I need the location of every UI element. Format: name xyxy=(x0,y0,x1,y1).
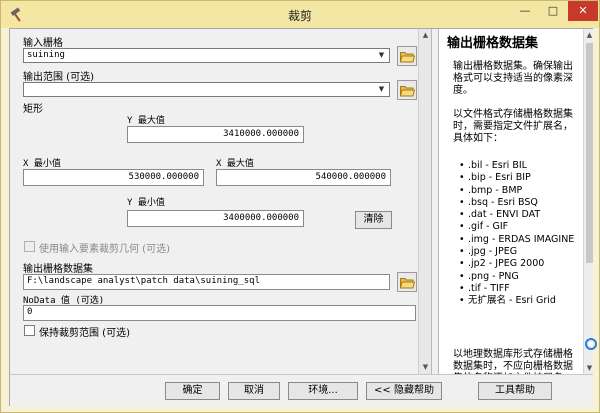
parameters-scrollbar[interactable]: ▲ ▼ xyxy=(418,29,431,374)
clip-dialog: 裁剪 — □ ✕ 输入栅格 suining ▼ 输出范围 (可选) ▼ 矩形 Y… xyxy=(0,0,600,413)
output-extent-combo[interactable]: ▼ xyxy=(23,82,390,97)
output-raster-value: F:\landscape analyst\patch data\suining_… xyxy=(27,276,260,286)
scroll-up-icon[interactable]: ▲ xyxy=(584,29,593,41)
clear-button[interactable]: 清除 xyxy=(355,211,392,229)
use-geometry-label: 使用输入要素裁剪几何 (可选) xyxy=(39,244,170,255)
help-title: 输出栅格数据集 xyxy=(447,36,539,51)
x-max-label: X 最大值 xyxy=(216,159,254,169)
x-max-value: 540000.000000 xyxy=(315,172,386,182)
nodata-value: 0 xyxy=(27,307,33,317)
list-item: .tif - TIFF xyxy=(459,283,577,296)
help-extension-list: .bil - Esri BIL .bip - Esri BIP .bmp - B… xyxy=(459,160,577,308)
close-button[interactable]: ✕ xyxy=(568,1,598,21)
button-bar: 确定 取消 环境... << 隐藏帮助 工具帮助 xyxy=(10,374,593,406)
busy-cursor-icon xyxy=(585,338,597,350)
output-extent-browse-button[interactable] xyxy=(397,80,417,100)
y-max-value: 3410000.000000 xyxy=(223,129,299,139)
scroll-thumb[interactable] xyxy=(586,43,593,263)
help-paragraph-1: 输出栅格数据集。确保输出格式可以支持适当的像素深度。 xyxy=(453,61,573,96)
list-item: .bip - Esri BIP xyxy=(459,172,577,185)
y-max-label: Y 最大值 xyxy=(127,116,165,126)
maintain-extent-label: 保持裁剪范围 (可选) xyxy=(39,328,130,339)
input-raster-combo[interactable]: suining ▼ xyxy=(23,48,390,63)
y-max-input[interactable]: 3410000.000000 xyxy=(127,126,304,143)
maintain-extent-checkbox[interactable] xyxy=(24,325,35,336)
list-item: .dat - ENVI DAT xyxy=(459,209,577,222)
help-paragraph-3: 以地理数据库形式存储栅格数据集时，不应向栅格数据集的名称添加文件扩展名。 xyxy=(453,349,573,374)
y-min-label: Y 最小值 xyxy=(127,198,165,208)
cancel-button[interactable]: 取消 xyxy=(228,382,280,400)
scroll-down-icon[interactable]: ▼ xyxy=(584,362,593,374)
rectangle-label: 矩形 xyxy=(23,104,43,115)
list-item: .img - ERDAS IMAGINE xyxy=(459,234,577,247)
input-raster-browse-button[interactable] xyxy=(397,46,417,66)
output-raster-input[interactable]: F:\landscape analyst\patch data\suining_… xyxy=(23,274,390,290)
x-min-value: 530000.000000 xyxy=(128,172,199,182)
environments-button[interactable]: 环境... xyxy=(288,382,358,400)
list-item: .bmp - BMP xyxy=(459,185,577,198)
help-pane: 输出栅格数据集 输出栅格数据集。确保输出格式可以支持适当的像素深度。 以文件格式… xyxy=(438,29,593,374)
folder-open-icon xyxy=(400,278,415,289)
hide-help-button[interactable]: << 隐藏帮助 xyxy=(366,382,442,400)
input-raster-value: suining xyxy=(27,50,65,60)
output-raster-label: 输出栅格数据集 xyxy=(23,264,93,275)
list-item: .png - PNG xyxy=(459,271,577,284)
minimize-button[interactable]: — xyxy=(511,1,539,21)
parameters-pane: 输入栅格 suining ▼ 输出范围 (可选) ▼ 矩形 Y 最大值 3410… xyxy=(10,29,432,374)
chevron-down-icon[interactable]: ▼ xyxy=(375,50,388,61)
chevron-down-icon[interactable]: ▼ xyxy=(375,84,388,95)
input-raster-label: 输入栅格 xyxy=(23,38,63,49)
tool-help-button[interactable]: 工具帮助 xyxy=(478,382,552,400)
use-geometry-checkbox[interactable] xyxy=(24,241,35,252)
window-title: 裁剪 xyxy=(287,9,312,23)
folder-open-icon xyxy=(400,86,415,97)
x-max-input[interactable]: 540000.000000 xyxy=(216,169,391,186)
nodata-input[interactable]: 0 xyxy=(23,305,416,321)
scroll-down-icon[interactable]: ▼ xyxy=(419,361,432,374)
y-min-input[interactable]: 3400000.000000 xyxy=(127,210,304,227)
y-min-value: 3400000.000000 xyxy=(223,213,299,223)
folder-open-icon xyxy=(400,52,415,63)
list-item: 无扩展名 - Esri Grid xyxy=(459,295,577,308)
output-raster-browse-button[interactable] xyxy=(397,272,417,292)
list-item: .bil - Esri BIL xyxy=(459,160,577,173)
list-item: .jp2 - JPEG 2000 xyxy=(459,258,577,271)
help-paragraph-2: 以文件格式存储栅格数据集时，需要指定文件扩展名，具体如下： xyxy=(453,109,573,144)
maximize-button[interactable]: □ xyxy=(539,1,567,21)
x-min-input[interactable]: 530000.000000 xyxy=(23,169,204,186)
list-item: .jpg - JPEG xyxy=(459,246,577,259)
list-item: .gif - GIF xyxy=(459,221,577,234)
title-bar[interactable]: 裁剪 — □ ✕ xyxy=(1,1,599,28)
dialog-content: 输入栅格 suining ▼ 输出范围 (可选) ▼ 矩形 Y 最大值 3410… xyxy=(9,28,593,406)
x-min-label: X 最小值 xyxy=(23,159,61,169)
ok-button[interactable]: 确定 xyxy=(165,382,220,400)
help-scrollbar[interactable]: ▲ ▼ xyxy=(583,29,593,374)
scroll-up-icon[interactable]: ▲ xyxy=(419,29,432,42)
output-extent-label: 输出范围 (可选) xyxy=(23,72,94,83)
list-item: .bsq - Esri BSQ xyxy=(459,197,577,210)
